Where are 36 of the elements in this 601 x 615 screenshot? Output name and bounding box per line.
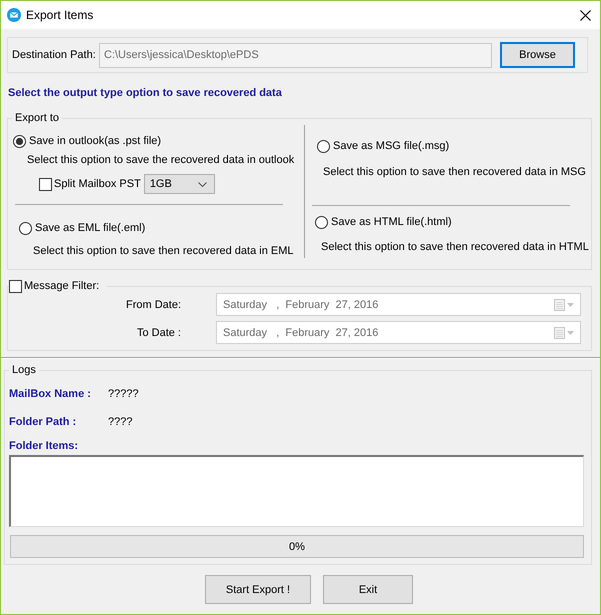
radio-option[interactable]: Save as EML file(.eml) — [19, 220, 146, 236]
radio-icon[interactable] — [317, 140, 330, 152]
section-heading: Select the output type option to save recovered data — [8, 86, 282, 100]
caret-icon — [198, 182, 207, 186]
log-label: MailBox Name : — [9, 388, 91, 400]
option-description: Select this option to save the recovered data in outlook — [27, 153, 294, 167]
radio-icon[interactable] — [13, 134, 26, 148]
dialog-button[interactable]: Start Export ! — [205, 575, 311, 604]
log-label: Folder Items: — [9, 439, 78, 453]
dialog-button[interactable]: Exit — [323, 575, 413, 604]
radio-icon[interactable] — [315, 216, 328, 228]
close-icon[interactable] — [580, 10, 591, 20]
option-description: Select this option to save then recovered data in MSG — [323, 165, 586, 179]
checkbox-option[interactable]: Split Mailbox PST — [39, 177, 141, 191]
option-description: Select this option to save then recovered data in EML — [33, 244, 294, 258]
log-value: ????? — [108, 387, 139, 401]
radio-option[interactable]: Save as MSG file(.msg) — [317, 138, 450, 154]
checkbox-icon[interactable] — [39, 178, 52, 190]
log-value: ???? — [108, 415, 132, 429]
radio-option[interactable]: Save as HTML file(.html) — [315, 214, 452, 230]
radio-option[interactable]: Save in outlook(as .pst file) — [13, 133, 162, 149]
window-title: Export Items — [26, 8, 94, 22]
group-legend: Logs — [9, 363, 39, 377]
folder-items-box[interactable] — [9, 455, 584, 527]
envelope-icon — [7, 8, 21, 22]
destination-label: Destination Path: — [12, 49, 96, 61]
progress-text: 0% — [289, 540, 305, 552]
log-label: Folder Path : — [9, 416, 76, 428]
radio-icon[interactable] — [19, 222, 32, 234]
checkbox-option[interactable]: Message Filter: — [9, 279, 100, 293]
date-label: To Date : — [136, 326, 181, 338]
option-description: Select this option to save then recovered data in HTML — [321, 240, 589, 254]
date-label: From Date: — [126, 298, 181, 310]
checkbox-icon[interactable] — [9, 280, 22, 292]
size-dropdown[interactable]: 1GB — [144, 174, 215, 194]
group-legend: Export to — [12, 111, 62, 125]
